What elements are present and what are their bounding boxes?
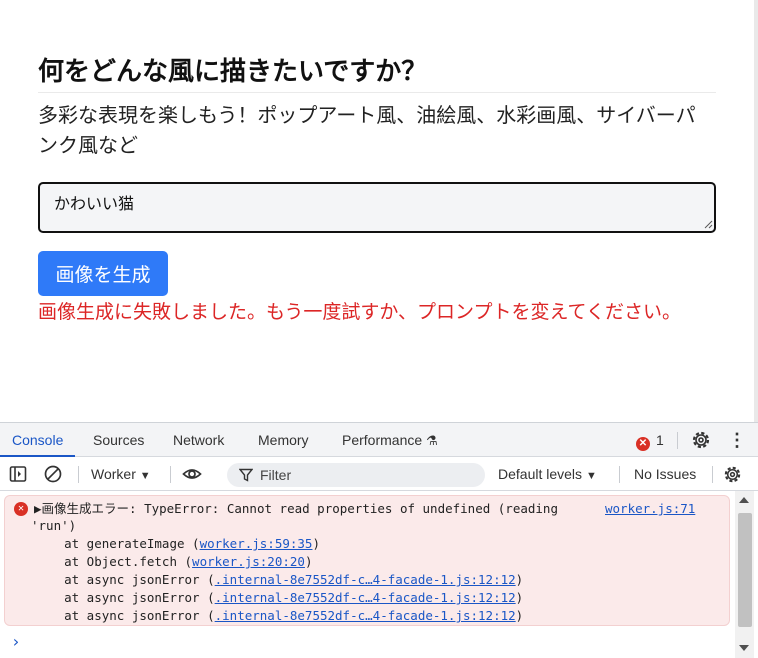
error-count: 1: [656, 432, 664, 448]
context-select[interactable]: Worker ▼: [91, 464, 151, 484]
error-x-icon: ✕: [636, 437, 650, 451]
console-scrollbar[interactable]: [735, 491, 754, 658]
source-link[interactable]: worker.js:71: [605, 500, 695, 518]
error-counter[interactable]: ✕ 1: [636, 431, 664, 451]
clear-console-icon[interactable]: [43, 464, 63, 484]
prompt-input[interactable]: かわいい猫: [38, 182, 716, 233]
stack-frame-text: ): [515, 572, 524, 587]
stack-frame: at async jsonError (.internal-8e7552df-c…: [34, 589, 523, 607]
tab-network[interactable]: Network: [161, 423, 236, 457]
stack-frame-text: ): [304, 554, 313, 569]
stack-frame: at Object.fetch (worker.js:20:20): [34, 553, 312, 571]
log-levels-value: Default levels: [498, 466, 583, 482]
scroll-down-arrow-icon[interactable]: [739, 645, 749, 651]
settings-gear-icon[interactable]: [690, 429, 712, 451]
log-levels-select[interactable]: Default levels ▼: [498, 464, 597, 484]
filter-placeholder: Filter: [260, 467, 292, 483]
stack-frame: at generateImage (worker.js:59:35): [34, 535, 320, 553]
generate-image-button[interactable]: 画像を生成: [38, 251, 168, 296]
stack-frame-text: at generateImage (: [34, 536, 200, 551]
stack-frame-text: at async jsonError (: [34, 590, 215, 605]
stack-frame-text: at async jsonError (: [34, 572, 215, 587]
divider: [712, 466, 713, 483]
stack-frame-link[interactable]: worker.js:20:20: [192, 554, 305, 569]
app-page: 何をどんな風に描きたいですか？ 多彩な表現を楽しもう！ポップアート風、油絵風、水…: [0, 0, 758, 422]
more-options-icon[interactable]: ⋮: [728, 430, 746, 450]
error-message-line[interactable]: ▶画像生成エラー: TypeError: Cannot read propert…: [34, 500, 558, 518]
stack-frame-text: at Object.fetch (: [34, 554, 193, 569]
tab-console[interactable]: Console: [0, 423, 76, 457]
filter-input[interactable]: Filter: [227, 463, 485, 487]
stack-frame-text: ): [312, 536, 320, 551]
console-toolbar: Worker ▼ Filter Default levels ▼ No Issu…: [0, 458, 758, 491]
devtools-panel: Console Sources Network Memory Performan…: [0, 422, 758, 658]
flask-icon: ⚗: [426, 433, 438, 448]
sidebar-toggle-icon[interactable]: [8, 464, 28, 484]
divider: [170, 466, 171, 483]
stack-frame: at async jsonError (.internal-8e7552df-c…: [34, 607, 523, 625]
page-scrollbar[interactable]: [754, 0, 758, 422]
scroll-up-arrow-icon[interactable]: [739, 497, 749, 503]
dropdown-arrow-icon: ▼: [139, 470, 151, 482]
dropdown-arrow-icon: ▼: [585, 470, 597, 482]
resize-grip-icon[interactable]: [704, 220, 713, 229]
issues-counter[interactable]: No Issues: [634, 464, 696, 484]
console-prompt-caret-icon[interactable]: ›: [11, 632, 21, 651]
divider: [677, 432, 678, 449]
tab-performance-label: Performance: [342, 432, 423, 448]
page-title: 何をどんな風に描きたいですか？: [38, 54, 716, 93]
stack-frame-link[interactable]: .internal-8e7552df-c…4-facade-1.js:12:12: [215, 608, 516, 623]
stack-frame-text: ): [515, 590, 524, 605]
page-subtitle: 多彩な表現を楽しもう！ポップアート風、油絵風、水彩画風、サイバーパンク風など: [38, 103, 696, 157]
console-error-entry[interactable]: ✕ ▶画像生成エラー: TypeError: Cannot read prope…: [4, 495, 730, 626]
scrollbar-thumb[interactable]: [738, 513, 752, 627]
stack-frame-text: ): [515, 608, 524, 623]
stack-frame: at async jsonError (.internal-8e7552df-c…: [34, 571, 523, 589]
eye-icon[interactable]: [182, 464, 202, 484]
error-message: 画像生成に失敗しました。もう一度試すか、プロンプトを変えてください。: [38, 301, 681, 323]
stack-frame-text: at async jsonError (: [34, 608, 215, 623]
tab-memory[interactable]: Memory: [246, 423, 321, 457]
console-settings-gear-icon[interactable]: [722, 464, 743, 485]
filter-funnel-icon: [239, 468, 253, 482]
error-message-line: 'run'): [31, 518, 77, 533]
stack-frame-link[interactable]: worker.js:59:35: [200, 536, 313, 551]
divider: [619, 466, 620, 483]
tab-performance[interactable]: Performance ⚗: [330, 423, 450, 457]
divider: [78, 466, 79, 483]
tab-sources[interactable]: Sources: [81, 423, 156, 457]
devtools-tabbar: Console Sources Network Memory Performan…: [0, 423, 758, 457]
stack-frame-link[interactable]: .internal-8e7552df-c…4-facade-1.js:12:12: [215, 590, 516, 605]
stack-frame-link[interactable]: .internal-8e7552df-c…4-facade-1.js:12:12: [215, 572, 516, 587]
error-x-icon: ✕: [14, 502, 28, 516]
context-select-value: Worker: [91, 466, 136, 482]
